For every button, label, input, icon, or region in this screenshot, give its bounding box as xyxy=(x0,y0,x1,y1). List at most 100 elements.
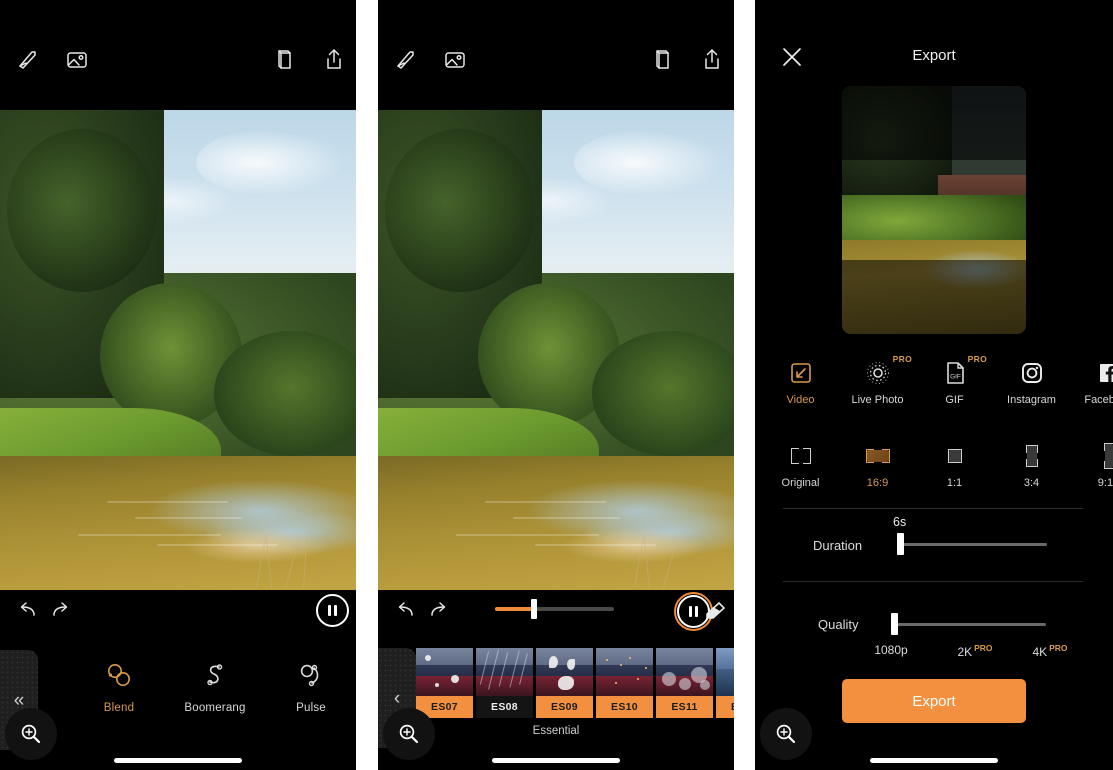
intensity-slider[interactable] xyxy=(495,599,614,619)
photo-library-icon[interactable] xyxy=(440,44,470,74)
screenshot-root: « Blend Boomerang Pulse ‹ ES07 ES08 ES09… xyxy=(0,0,1113,770)
panel1-toolbar xyxy=(0,0,356,110)
ratio-label: 1:1 xyxy=(946,477,963,489)
undo-button[interactable] xyxy=(390,600,418,624)
filter-thumbnail xyxy=(656,648,713,696)
ratio-original[interactable]: Original xyxy=(762,443,839,489)
share-icon[interactable] xyxy=(697,44,727,74)
eraser-button[interactable] xyxy=(703,600,729,624)
export-button-label: Export xyxy=(912,692,956,710)
pro-badge: PRO xyxy=(892,354,912,364)
quality-option-2k[interactable]: 2K PRO xyxy=(940,643,1010,659)
format-label: Video xyxy=(786,394,815,406)
river-water xyxy=(0,455,356,590)
video-export-icon xyxy=(790,363,811,383)
intensity-knob[interactable] xyxy=(530,599,537,619)
filter-thumbnail xyxy=(476,648,533,696)
format-gif[interactable]: GIF PRO GIF xyxy=(916,354,993,406)
magic-wand-icon[interactable] xyxy=(390,44,420,74)
layers-book-icon[interactable] xyxy=(647,44,677,74)
panel2-toolbar xyxy=(378,0,734,110)
zoom-button[interactable] xyxy=(383,708,435,760)
quality-slider[interactable] xyxy=(893,623,1046,626)
panel-gap xyxy=(734,0,755,770)
zoom-button[interactable] xyxy=(5,708,57,760)
quality-label: Quality xyxy=(818,617,859,632)
magic-wand-icon[interactable] xyxy=(12,44,42,74)
ratio-1-1[interactable]: 1:1 xyxy=(916,443,993,489)
preview-crop-dim-top xyxy=(842,86,1026,161)
zoom-button[interactable] xyxy=(760,708,812,760)
filter-thumbnail xyxy=(536,648,593,696)
ratio-16-9-icon xyxy=(865,443,891,469)
mode-label: Pulse xyxy=(296,702,326,714)
filter-thumbnail xyxy=(716,648,734,696)
format-label: Live Photo xyxy=(851,394,904,406)
svg-text:GIF: GIF xyxy=(950,374,961,381)
export-button[interactable]: Export xyxy=(842,679,1026,723)
panel-editor-blend: « Blend Boomerang Pulse xyxy=(0,0,356,770)
ratio-label: 16:9 xyxy=(866,477,889,489)
home-indicator xyxy=(114,758,242,763)
export-preview[interactable] xyxy=(842,86,1026,334)
share-icon[interactable] xyxy=(319,44,349,74)
pro-badge: PRO xyxy=(1049,643,1068,653)
magnifier-icon xyxy=(399,724,419,744)
chevron-left-icon: « xyxy=(13,689,25,711)
filter-cell[interactable]: ES07 xyxy=(416,648,473,718)
format-live-photo[interactable]: PRO Live Photo xyxy=(839,354,916,406)
filter-cell[interactable]: ES08 xyxy=(476,648,533,718)
format-video[interactable]: Video xyxy=(762,360,839,406)
photo-canvas[interactable] xyxy=(0,110,356,590)
ratio-16-9[interactable]: 16:9 xyxy=(839,443,916,489)
mode-pulse[interactable]: Pulse xyxy=(280,660,342,714)
magnifier-icon xyxy=(21,724,41,744)
duration-label: Duration xyxy=(813,538,863,553)
mode-blend[interactable]: Blend xyxy=(88,660,150,714)
river-water xyxy=(378,455,734,590)
intensity-fill xyxy=(495,607,534,611)
ratio-3-4[interactable]: 3:4 xyxy=(993,443,1070,489)
pro-badge: PRO xyxy=(967,354,987,364)
format-instagram[interactable]: Instagram xyxy=(993,360,1070,406)
quality-option-label: 4K xyxy=(1032,645,1048,659)
filter-cell[interactable]: ES09 xyxy=(536,648,593,718)
duration-slider[interactable] xyxy=(897,543,1047,546)
format-label: Facebook xyxy=(1084,394,1113,406)
mode-label: Boomerang xyxy=(184,702,246,714)
ratio-label: 3:4 xyxy=(1023,477,1040,489)
export-format-row[interactable]: Video PRO Live Photo GIF PRO GIF Instagr… xyxy=(762,354,1113,406)
filter-cell[interactable]: ES10 xyxy=(596,648,653,718)
quality-option-1080p[interactable]: 1080p xyxy=(861,643,921,657)
ratio-1-1-icon xyxy=(942,443,968,469)
page-title: Export xyxy=(912,47,956,64)
layers-book-icon[interactable] xyxy=(269,44,299,74)
quality-option-label: 1080p xyxy=(874,643,908,657)
live-photo-icon xyxy=(866,362,889,384)
photo-canvas[interactable] xyxy=(378,110,734,590)
ratio-9-16[interactable]: 9:16 xyxy=(1070,443,1113,489)
filter-label: ES12 xyxy=(716,696,734,718)
play-pause-button[interactable] xyxy=(316,594,349,627)
panel1-bottom-bar: « Blend Boomerang Pulse xyxy=(0,590,356,770)
aspect-ratio-row[interactable]: Original 16:9 1:1 3:4 9:1 xyxy=(762,443,1113,489)
ratio-3-4-icon xyxy=(1019,443,1045,469)
redo-button[interactable] xyxy=(426,600,454,624)
filter-cell[interactable]: ES12 xyxy=(716,648,734,718)
filter-label: ES10 xyxy=(596,696,653,718)
chevron-left-icon: ‹ xyxy=(393,687,401,709)
home-indicator xyxy=(492,758,620,763)
magnifier-icon xyxy=(776,724,796,744)
mode-boomerang[interactable]: Boomerang xyxy=(184,660,246,714)
quality-option-4k[interactable]: 4K PRO xyxy=(1015,643,1085,659)
duration-knob[interactable] xyxy=(897,533,904,555)
photo-library-icon[interactable] xyxy=(62,44,92,74)
quality-knob[interactable] xyxy=(891,613,898,635)
filter-strip[interactable]: ES07 ES08 ES09 ES10 ES11 xyxy=(416,648,734,718)
redo-button[interactable] xyxy=(48,600,76,624)
pause-glyph xyxy=(328,605,337,616)
format-facebook[interactable]: Facebook xyxy=(1070,360,1113,406)
undo-button[interactable] xyxy=(12,600,40,624)
ratio-original-icon xyxy=(788,443,814,469)
filter-cell[interactable]: ES11 xyxy=(656,648,713,718)
